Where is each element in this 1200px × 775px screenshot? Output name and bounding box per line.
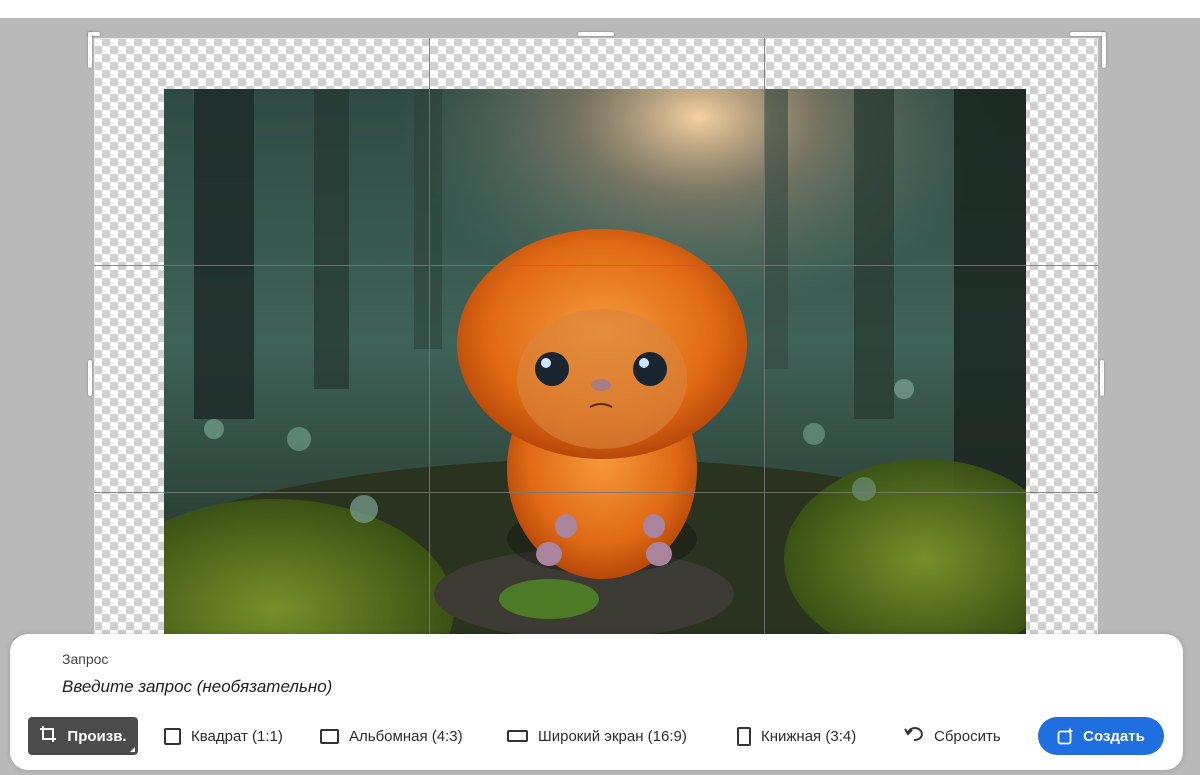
crop-grid-line [94, 492, 1098, 493]
portrait-ratio-button[interactable]: Книжная (3:4) [737, 717, 856, 755]
crop-handle-left[interactable] [88, 360, 92, 396]
crop-grid-line [94, 265, 1098, 266]
crop-handle-right[interactable] [1100, 360, 1104, 396]
widescreen-ratio-button[interactable]: Широкий экран (16:9) [507, 717, 687, 755]
aspect-ratio-toolbar: Произв. Квадрат (1:1) Альбомная (4:3) Ши… [10, 717, 1183, 757]
custom-ratio-label: Произв. [67, 727, 127, 745]
dropdown-corner-icon [130, 747, 135, 752]
generated-image [164, 89, 1026, 649]
square-ratio-icon [164, 727, 181, 745]
portrait-ratio-label: Книжная (3:4) [761, 727, 857, 745]
widescreen-ratio-icon [507, 730, 528, 742]
reset-button[interactable]: Сбросить [904, 717, 1001, 755]
crop-icon [39, 725, 57, 747]
landscape-ratio-icon [320, 728, 339, 744]
prompt-input[interactable] [62, 674, 962, 700]
custom-ratio-button[interactable]: Произв. [28, 717, 138, 755]
landscape-ratio-button[interactable]: Альбомная (4:3) [320, 717, 463, 755]
square-ratio-label: Квадрат (1:1) [191, 727, 283, 745]
generate-sparkle-icon [1057, 727, 1075, 745]
create-label: Создать [1083, 727, 1145, 745]
crop-handle-top-right[interactable] [1070, 32, 1106, 36]
crop-handle-top-left[interactable] [88, 32, 92, 68]
crop-grid-line [764, 38, 765, 658]
widescreen-ratio-label: Широкий экран (16:9) [538, 727, 687, 745]
prompt-label: Запрос [62, 651, 109, 667]
crop-handle-top-right[interactable] [1102, 32, 1106, 68]
square-ratio-button[interactable]: Квадрат (1:1) [164, 717, 283, 755]
undo-icon [904, 726, 924, 746]
create-button[interactable]: Создать [1038, 717, 1164, 755]
crop-grid-line [429, 38, 430, 658]
crop-handle-top[interactable] [578, 32, 614, 36]
prompt-panel: Запрос Произв. Квадрат (1:1) Альбомная (… [10, 634, 1183, 770]
top-bar [0, 0, 1200, 18]
landscape-ratio-label: Альбомная (4:3) [349, 727, 463, 745]
portrait-ratio-icon [737, 726, 751, 746]
reset-label: Сбросить [934, 727, 1001, 745]
